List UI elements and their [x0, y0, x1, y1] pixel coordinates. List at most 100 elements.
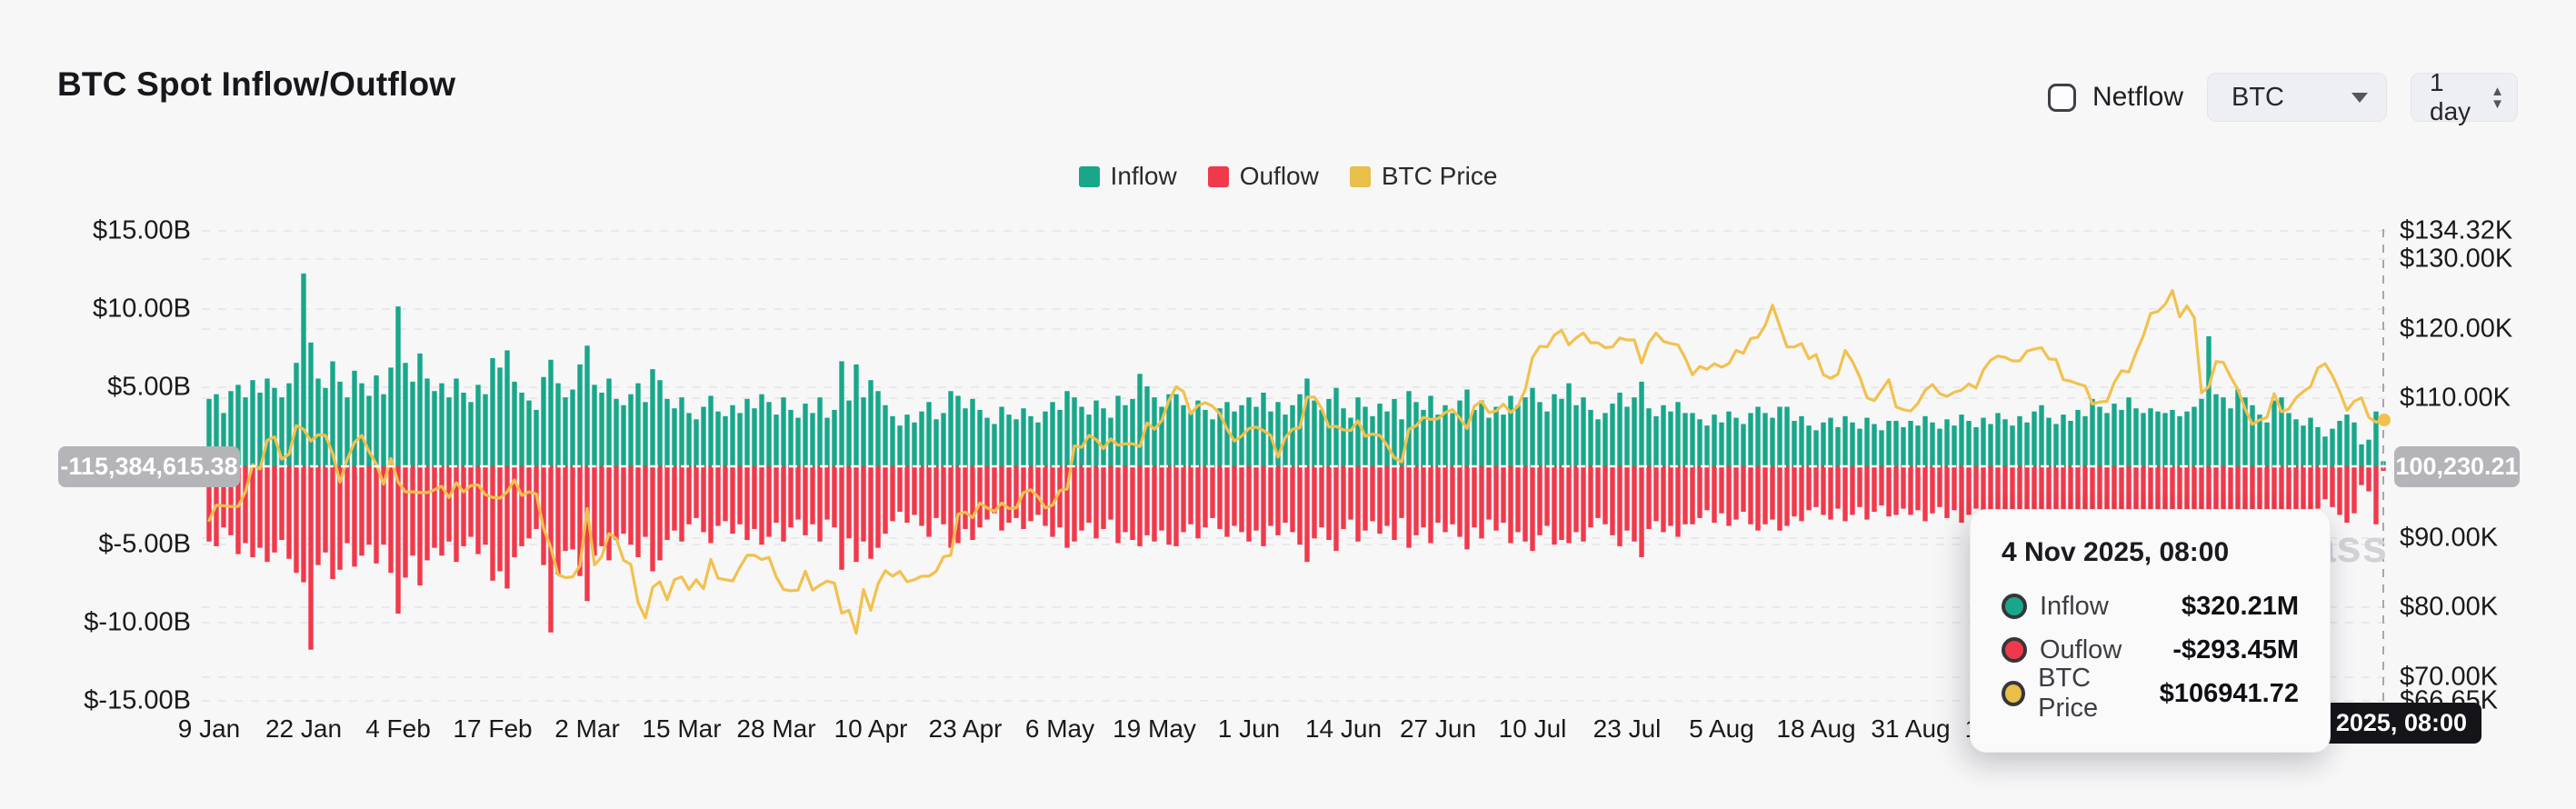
x-axis-tick: 4 Feb	[365, 714, 431, 744]
inflow-bar	[1952, 425, 1956, 466]
outflow-bar	[315, 466, 320, 565]
inflow-bar	[890, 416, 894, 466]
inflow-bar	[2192, 406, 2196, 466]
outflow-bar	[1617, 466, 1622, 546]
outflow-bar	[461, 466, 465, 546]
outflow-bar	[599, 466, 604, 546]
inflow-bar	[1726, 412, 1731, 466]
inflow-bar	[1981, 418, 1985, 466]
inflow-bar	[1537, 402, 1542, 466]
inflow-bar	[1435, 414, 1440, 466]
inflow-bar	[759, 395, 764, 466]
outflow-bar	[781, 466, 785, 542]
outflow-bar	[1290, 466, 1294, 532]
outflow-bar	[483, 466, 487, 544]
inflow-bar	[570, 390, 574, 466]
inflow-bar	[592, 385, 596, 466]
inflow-bar	[650, 369, 654, 466]
outflow-bar	[963, 466, 967, 529]
inflow-bar	[715, 412, 720, 466]
inflow-bar	[643, 402, 647, 466]
inflow-bar	[2097, 406, 2102, 466]
inflow-bar	[774, 414, 778, 466]
inflow-bar	[926, 402, 931, 466]
outflow-bar	[1224, 466, 1229, 537]
inflow-bar	[897, 425, 902, 466]
outflow-bar	[1559, 466, 1563, 540]
outflow-bar	[904, 466, 909, 523]
inflow-bar	[257, 393, 262, 466]
inflow-bar	[1530, 388, 1534, 466]
outflow-bar	[475, 466, 480, 554]
inflow-bar	[963, 408, 967, 466]
inflow-bar	[1493, 406, 1498, 466]
inflow-bar	[1348, 418, 1353, 466]
outflow-bar	[1210, 466, 1214, 518]
inflow-bar	[1603, 413, 1607, 466]
inflow-bar	[1864, 418, 1869, 466]
inflow-bar	[1523, 397, 1527, 466]
inflow-bar	[752, 408, 756, 466]
inflow-bar	[846, 401, 851, 466]
inflow-bar	[2206, 336, 2211, 466]
inflow-bar	[2053, 424, 2058, 466]
outflow-bar	[1603, 466, 1607, 524]
inflow-bar	[1137, 374, 1142, 466]
outflow-bar	[1741, 466, 1745, 512]
outflow-bar	[694, 466, 698, 518]
inflow-bar	[1777, 406, 1782, 466]
inflow-bar	[1115, 395, 1120, 466]
outflow-bar	[1988, 466, 1992, 512]
x-axis-tick: 1 Jun	[1218, 714, 1281, 744]
inflow-bar	[1101, 408, 1105, 466]
outflow-bar	[570, 466, 574, 549]
outflow-bar	[628, 466, 633, 544]
outflow-bar	[1413, 466, 1418, 535]
inflow-bar	[1632, 397, 1636, 466]
outflow-bar	[992, 466, 996, 514]
outflow-bar	[1232, 466, 1236, 526]
outflow-bar	[1275, 466, 1280, 535]
inflow-bar	[563, 397, 567, 466]
inflow-bar	[883, 405, 887, 466]
inflow-bar	[999, 406, 1003, 466]
outflow-bar	[635, 466, 640, 557]
inflow-bar	[497, 367, 502, 466]
outflow-bar	[2264, 466, 2269, 514]
outflow-bar	[759, 466, 764, 544]
inflow-bar	[2141, 413, 2145, 466]
x-axis-tick: 19 May	[1113, 714, 1196, 744]
inflow-bar	[1755, 406, 1760, 466]
outflow-bar	[984, 466, 989, 520]
outflow-bar	[868, 466, 873, 559]
inflow-bar	[1828, 418, 1832, 466]
inflow-bar	[1428, 395, 1433, 466]
outflow-bar	[2010, 466, 2014, 510]
x-axis-tick: 17 Feb	[453, 714, 532, 744]
outflow-bar	[1108, 466, 1113, 520]
outflow-bar	[2337, 466, 2341, 514]
outflow-bar	[2053, 466, 2058, 512]
inflow-bar	[337, 382, 342, 466]
inflow-bar	[2177, 416, 2182, 466]
x-axis-tick: 2 Mar	[554, 714, 620, 744]
inflow-bar	[2199, 399, 2203, 466]
outflow-bar	[1784, 466, 1789, 526]
tooltip-series-name: Ouflow	[2040, 635, 2122, 665]
outflow-bar	[2301, 466, 2305, 510]
outflow-bar	[1646, 466, 1651, 529]
outflow-bar	[446, 466, 451, 542]
outflow-bar	[1661, 466, 1665, 532]
outflow-bar	[1268, 466, 1273, 526]
outflow-bar	[272, 466, 276, 553]
inflow-bar	[490, 358, 494, 466]
outflow-bar	[2322, 466, 2327, 499]
outflow-bar	[1428, 466, 1433, 543]
inflow-bar	[1733, 418, 1738, 466]
tooltip-row-ouflow: Ouflow-$293.45M	[2002, 635, 2299, 664]
outflow-bar	[1682, 466, 1687, 524]
tooltip-series-dot	[2002, 594, 2027, 619]
outflow-bar	[1879, 466, 1883, 505]
outflow-bar	[424, 466, 429, 560]
inflow-bar	[1413, 402, 1418, 466]
